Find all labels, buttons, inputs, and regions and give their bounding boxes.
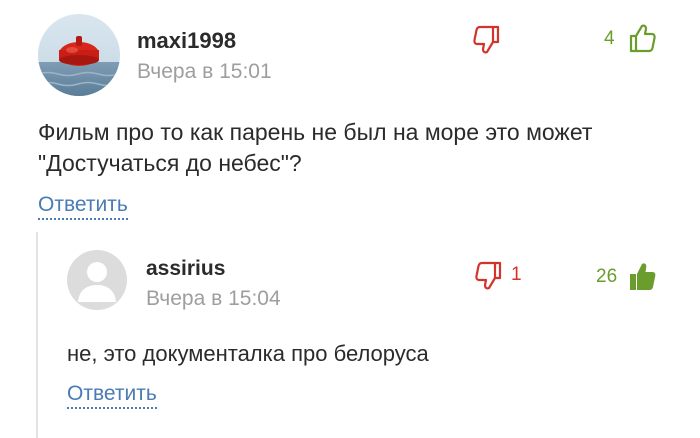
thread-line bbox=[36, 232, 38, 438]
reply-link[interactable]: Ответить bbox=[67, 382, 157, 409]
thumb-up-filled-icon[interactable] bbox=[626, 260, 658, 292]
comment-text: не, это документалка про белоруса bbox=[67, 341, 429, 366]
username[interactable]: assirius bbox=[146, 257, 225, 281]
thumb-down-icon[interactable] bbox=[472, 24, 502, 56]
default-user-icon bbox=[67, 250, 127, 310]
timestamp[interactable]: Вчера в 15:04 bbox=[146, 287, 281, 311]
comment-text: Фильм про то как парень не был на море э… bbox=[38, 119, 593, 176]
like-count: 4 bbox=[604, 28, 615, 49]
dislike-count: 1 bbox=[511, 264, 522, 285]
avatar[interactable] bbox=[67, 250, 127, 310]
buoy-avatar-image bbox=[38, 14, 120, 96]
like-count: 26 bbox=[596, 266, 618, 287]
username[interactable]: maxi1998 bbox=[137, 28, 236, 54]
reply-link[interactable]: Ответить bbox=[38, 193, 128, 220]
thumb-down-icon[interactable] bbox=[474, 260, 504, 292]
thumb-up-icon[interactable] bbox=[626, 22, 658, 54]
timestamp[interactable]: Вчера в 15:01 bbox=[137, 60, 272, 84]
avatar[interactable] bbox=[38, 14, 120, 96]
